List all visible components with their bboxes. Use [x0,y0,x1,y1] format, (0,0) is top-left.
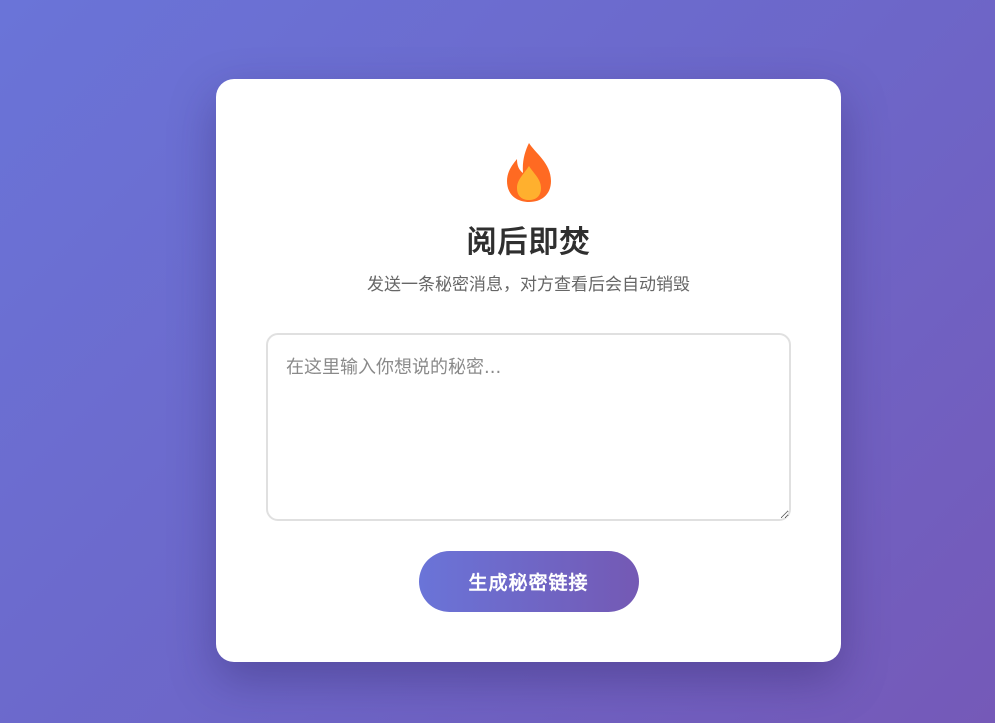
generate-secret-link-button[interactable]: 生成秘密链接 [418,551,639,612]
secret-message-input[interactable] [266,333,791,521]
fire-icon [506,143,551,202]
page-subtitle: 发送一条秘密消息，对方查看后会自动销毁 [367,275,690,295]
page-title: 阅后即焚 [466,225,591,260]
secret-message-card: 阅后即焚 发送一条秘密消息，对方查看后会自动销毁 生成秘密链接 [216,79,841,662]
